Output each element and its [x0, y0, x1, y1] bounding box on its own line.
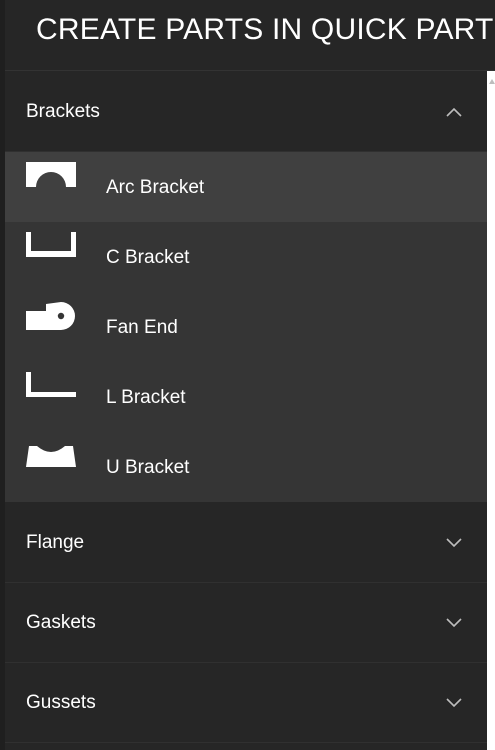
item-label-u-bracket: U Bracket — [106, 457, 190, 478]
quick-part-panel: CREATE PARTS IN QUICK PART Brackets Arc … — [0, 0, 495, 750]
panel-header: CREATE PARTS IN QUICK PART — [5, 0, 495, 71]
scrollbar[interactable] — [487, 71, 495, 750]
brackets-item-list: Arc Bracket C Bracket Fan End L Bracket — [5, 152, 487, 502]
fan-end-icon — [26, 302, 75, 330]
section-label-brackets: Brackets — [26, 101, 100, 122]
section-brackets[interactable]: Brackets — [5, 72, 487, 152]
l-bracket-icon — [26, 372, 76, 397]
list-item-c-bracket[interactable]: C Bracket — [5, 222, 487, 292]
section-label-gussets: Gussets — [26, 692, 96, 713]
list-item-arc-bracket[interactable]: Arc Bracket — [5, 152, 487, 222]
chevron-down-icon[interactable] — [446, 698, 462, 708]
list-item-fan-end[interactable]: Fan End — [5, 292, 487, 362]
c-bracket-icon — [26, 232, 76, 257]
item-label-arc-bracket: Arc Bracket — [106, 177, 205, 198]
section-flange[interactable]: Flange — [5, 503, 487, 583]
u-bracket-icon — [26, 446, 76, 467]
list-item-u-bracket[interactable]: U Bracket — [5, 432, 487, 502]
arc-bracket-icon — [26, 162, 76, 187]
panel-title: CREATE PARTS IN QUICK PART — [36, 13, 494, 46]
chevron-up-icon[interactable] — [446, 107, 462, 117]
item-label-c-bracket: C Bracket — [106, 247, 190, 268]
list-item-l-bracket[interactable]: L Bracket — [5, 362, 487, 432]
chevron-down-icon[interactable] — [446, 538, 462, 548]
item-label-l-bracket: L Bracket — [106, 387, 186, 408]
item-label-fan-end: Fan End — [106, 317, 178, 338]
chevron-down-icon[interactable] — [446, 618, 462, 628]
scroll-up-arrow-icon[interactable] — [489, 79, 495, 84]
section-gaskets[interactable]: Gaskets — [5, 583, 487, 663]
section-label-gaskets: Gaskets — [26, 612, 96, 633]
section-gussets[interactable]: Gussets — [5, 663, 487, 743]
section-label-flange: Flange — [26, 532, 85, 553]
